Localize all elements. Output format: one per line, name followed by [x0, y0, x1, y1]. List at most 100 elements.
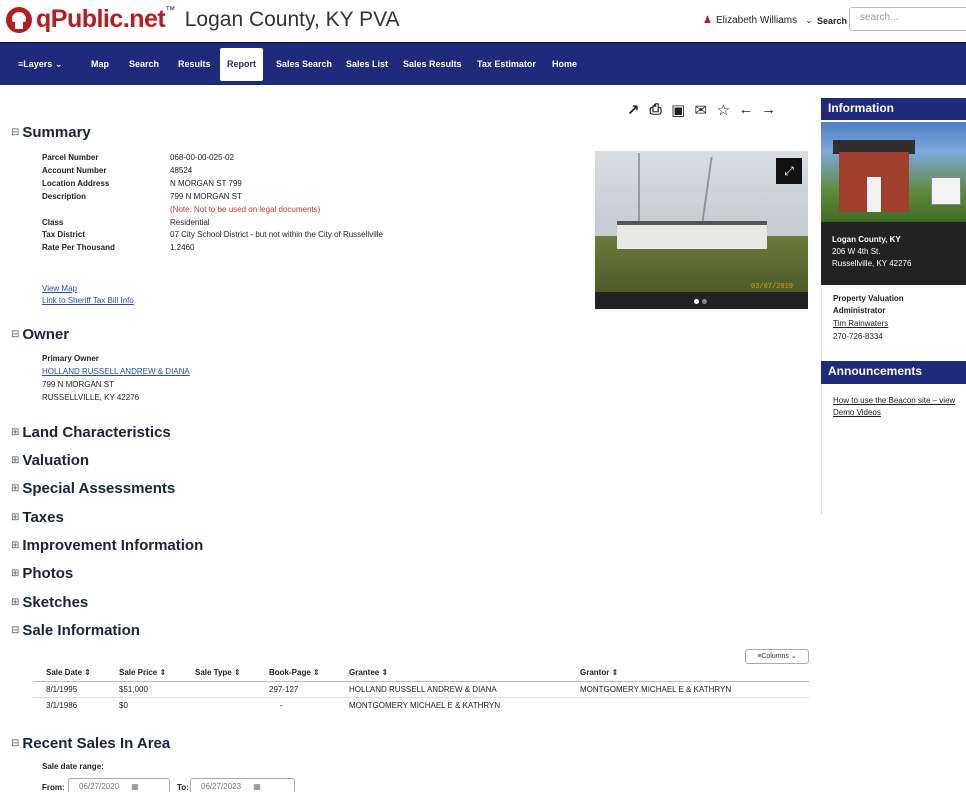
field-label: Location Address: [42, 179, 110, 188]
qpublic-logo[interactable]: qPublic.net™ Logan County, KY PVA: [6, 5, 400, 34]
sale-date-range-label: Sale date range:: [42, 762, 104, 771]
from-label: From:: [42, 783, 65, 792]
table-divider: [33, 681, 809, 682]
nav-home[interactable]: Home: [552, 43, 577, 86]
search-input[interactable]: search...: [849, 7, 966, 31]
administrator-link[interactable]: Tim Rainwaters: [833, 318, 888, 329]
nav-sales-results[interactable]: Sales Results: [403, 43, 462, 86]
field-label: Class: [42, 218, 64, 227]
announcement-link[interactable]: How to use the Beacon site – view: [833, 395, 955, 406]
expand-icon: ⊞: [11, 483, 20, 494]
expand-icon[interactable]: ⤢: [776, 158, 802, 184]
collapse-icon: ⊟: [11, 329, 20, 340]
legal-note: (Note: Not to be used on legal documents…: [170, 205, 321, 214]
field-label: Rate Per Thousand: [42, 243, 115, 252]
office-name: Logan County, KY: [832, 235, 901, 244]
nav-sales-search[interactable]: Sales Search: [276, 43, 332, 86]
property-photo[interactable]: ⤢ 03/07/2019: [595, 151, 808, 309]
owner-name-link[interactable]: HOLLAND RUSSELL ANDREW & DIANA: [42, 367, 190, 376]
col-header-sale-price[interactable]: Sale Price ⇕: [119, 668, 166, 677]
office-building-image: [821, 122, 966, 222]
chevron-down-icon: ⌄: [790, 653, 797, 660]
sheriff-tax-bill-link[interactable]: Link to Sheriff Tax Bill Info: [42, 296, 134, 305]
share-icon[interactable]: ↗: [623, 101, 643, 119]
nav-report[interactable]: Report: [220, 48, 263, 81]
from-date-input[interactable]: 06/27/2020 ▦: [68, 778, 170, 792]
table-cell: 8/1/1995: [46, 685, 78, 694]
nav-map[interactable]: Map: [91, 43, 109, 86]
owner-address-line1: 799 N MORGAN ST: [42, 380, 115, 389]
logo-text: qPublic.net: [36, 5, 166, 33]
section-special-assessments[interactable]: ⊞ Special Assessments: [11, 480, 175, 497]
field-label: Tax District: [42, 230, 85, 239]
collapse-icon: ⊟: [11, 127, 20, 138]
nav-layers[interactable]: ≡Layers ⌄: [18, 43, 62, 86]
nav-search[interactable]: Search: [129, 43, 159, 86]
top-header: qPublic.net™ Logan County, KY PVA ♟ Eliz…: [0, 0, 966, 42]
role-line2: Administrator: [833, 306, 886, 315]
section-valuation[interactable]: ⊞ Valuation: [11, 452, 89, 469]
parcel-number: 068-00-00-025-02: [170, 153, 235, 162]
field-label: Parcel Number: [42, 153, 99, 162]
table-cell: -: [280, 701, 283, 710]
section-photos[interactable]: ⊞ Photos: [11, 565, 73, 582]
calendar-icon: ▦: [131, 782, 139, 791]
calendar-icon: ▦: [253, 782, 261, 791]
section-owner[interactable]: ⊟ Owner: [11, 326, 69, 343]
nav-tax-estimator[interactable]: Tax Estimator: [477, 43, 536, 86]
user-menu[interactable]: ♟ Elizabeth Williams ⌄: [703, 15, 813, 26]
announcements-header: Announcements: [821, 361, 966, 384]
class-value: Residential: [170, 218, 210, 227]
office-street: 206 W 4th St.: [832, 247, 881, 256]
col-header-sale-type[interactable]: Sale Type ⇕: [195, 668, 241, 677]
col-header-grantor[interactable]: Grantor ⇕: [580, 668, 618, 677]
office-phone: 270-726-8334: [833, 332, 883, 341]
collapse-icon: ⊟: [11, 738, 20, 749]
user-icon: ♟: [703, 15, 712, 26]
field-label: Description: [42, 192, 87, 201]
main-nav: ≡Layers ⌄ Map Search Results Report Sale…: [0, 42, 966, 85]
carousel-dot[interactable]: [702, 299, 707, 304]
office-city: Russellville, KY 42276: [832, 259, 912, 268]
section-sketches[interactable]: ⊞ Sketches: [11, 594, 88, 611]
section-sale-information[interactable]: ⊟ Sale Information: [11, 622, 140, 639]
expand-icon: ⊞: [11, 597, 20, 608]
view-map-link[interactable]: View Map: [42, 284, 77, 293]
section-recent-sales[interactable]: ⊟ Recent Sales In Area: [11, 735, 170, 752]
carousel-dot[interactable]: [694, 299, 699, 304]
tax-district: 07 City School District - but not within…: [170, 230, 383, 239]
email-icon[interactable]: ✉: [691, 101, 711, 119]
user-name: Elizabeth Williams: [715, 15, 798, 26]
section-improvement-information[interactable]: ⊞ Improvement Information: [11, 537, 203, 554]
table-cell: 297-127: [269, 685, 299, 694]
table-divider: [33, 697, 809, 698]
section-summary[interactable]: ⊟ Summary: [11, 124, 91, 141]
section-taxes[interactable]: ⊞ Taxes: [11, 509, 64, 526]
star-icon[interactable]: ☆: [713, 101, 733, 119]
print-icon[interactable]: ⎙: [646, 101, 666, 119]
information-header: Information: [821, 98, 966, 120]
columns-button[interactable]: ≡Columns ⌄: [745, 649, 809, 664]
arrow-right-icon[interactable]: →: [759, 101, 779, 119]
table-cell: $0: [119, 701, 128, 710]
rate-per-thousand: 1.2460: [170, 243, 195, 252]
image-icon[interactable]: ▣: [668, 101, 688, 119]
expand-icon: ⊞: [11, 568, 20, 579]
section-land-characteristics[interactable]: ⊞ Land Characteristics: [11, 424, 171, 441]
announcement-link[interactable]: Demo Videos: [833, 407, 881, 418]
table-cell: MONTGOMERY MICHAEL E & KATHRYN: [580, 685, 732, 694]
nav-sales-list[interactable]: Sales List: [346, 43, 388, 86]
arrow-left-icon[interactable]: ←: [736, 101, 756, 119]
nav-results[interactable]: Results: [178, 43, 211, 86]
col-header-grantee[interactable]: Grantee ⇕: [349, 668, 388, 677]
expand-icon: ⊞: [11, 455, 20, 466]
to-date-input[interactable]: 06/27/2023 ▦: [190, 778, 295, 792]
description: 799 N MORGAN ST: [170, 192, 243, 201]
account-number: 48524: [170, 166, 193, 175]
house-image: [617, 221, 767, 249]
to-label: To:: [177, 783, 189, 792]
col-header-sale-date[interactable]: Sale Date ⇕: [46, 668, 91, 677]
col-header-book-page[interactable]: Book-Page ⇕: [269, 668, 320, 677]
table-cell: 3/1/1986: [46, 701, 78, 710]
primary-owner-label: Primary Owner: [42, 354, 99, 363]
